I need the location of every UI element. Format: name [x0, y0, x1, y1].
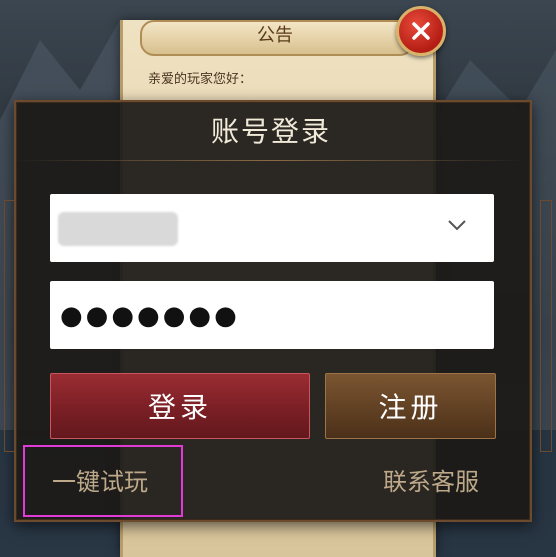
quick-play-highlight-box: [23, 445, 183, 517]
username-value-redacted: [58, 212, 178, 246]
notice-greeting: 亲爱的玩家您好：: [148, 72, 253, 87]
chevron-down-icon[interactable]: [446, 218, 468, 232]
password-field[interactable]: ●●●●●●●: [50, 281, 494, 349]
close-icon: [412, 22, 430, 40]
password-value: ●●●●●●●: [60, 301, 240, 331]
notice-header: 公告: [140, 10, 414, 58]
register-button[interactable]: 注册: [325, 373, 496, 439]
username-field[interactable]: [50, 194, 494, 262]
dialog-title: 账号登录: [210, 115, 331, 148]
title-divider: [14, 160, 528, 161]
notice-title: 公告: [257, 25, 293, 46]
login-button[interactable]: 登录: [50, 373, 310, 439]
left-ornament: [4, 200, 16, 452]
contact-support-link[interactable]: 联系客服: [383, 462, 479, 497]
right-ornament: [540, 200, 552, 452]
close-button[interactable]: [396, 6, 446, 56]
